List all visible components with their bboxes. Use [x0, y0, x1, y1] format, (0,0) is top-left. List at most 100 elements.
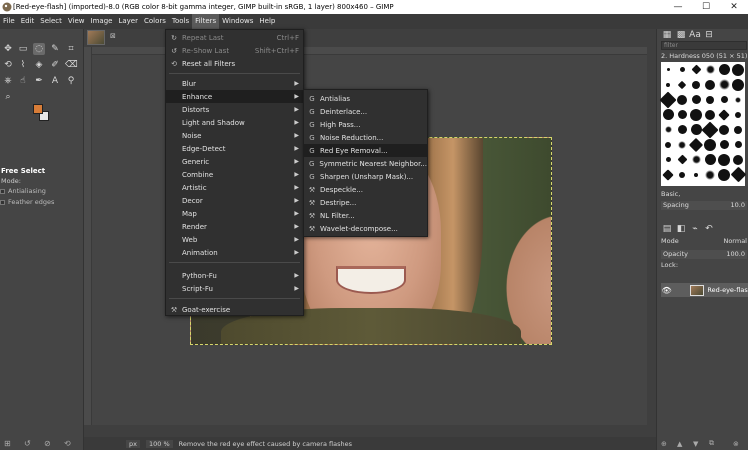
brush-thumbnail[interactable]	[675, 167, 689, 182]
brush-thumbnail[interactable]	[717, 92, 731, 107]
menu-item-noise[interactable]: Noise ▶	[166, 129, 303, 142]
zoom-select[interactable]: 100 %	[145, 439, 173, 448]
brush-thumbnail[interactable]	[661, 122, 675, 137]
paths-tab-icon[interactable]: ⌁	[689, 223, 701, 235]
horizontal-scrollbar[interactable]	[84, 425, 656, 437]
menu-item-animation[interactable]: Animation ▶	[166, 246, 303, 259]
menu-item-despeckle[interactable]: ⚒ Despeckle...	[304, 183, 427, 196]
path-tool-icon[interactable]: ✒	[33, 75, 45, 87]
menu-item-enhance[interactable]: Enhance ▶	[166, 90, 303, 103]
brush-thumbnail[interactable]	[731, 92, 745, 107]
brush-thumbnail[interactable]	[703, 137, 717, 152]
menu-windows[interactable]: Windows	[219, 14, 256, 29]
brush-thumbnail[interactable]	[730, 166, 746, 183]
brush-thumbnail[interactable]	[661, 137, 675, 152]
brush-thumbnail[interactable]	[661, 77, 675, 92]
maximize-button[interactable]: ☐	[692, 0, 720, 14]
rect-select-tool-icon[interactable]: ▭	[17, 43, 29, 55]
brush-thumbnail[interactable]	[661, 167, 675, 182]
patterns-tab-icon[interactable]: ▩	[675, 29, 687, 41]
duplicate-layer-icon[interactable]: ⧉	[709, 439, 714, 448]
menu-item-red-eye-removal[interactable]: G Red Eye Removal...	[304, 144, 427, 157]
brush-thumbnail[interactable]	[689, 92, 703, 107]
menu-image[interactable]: Image	[88, 14, 116, 29]
menu-item-map[interactable]: Map ▶	[166, 207, 303, 220]
antialiasing-checkbox[interactable]: Antialiasing	[0, 187, 46, 195]
new-layer-icon[interactable]: ⊕	[661, 440, 667, 448]
bucket-fill-tool-icon[interactable]: ◈	[33, 59, 45, 71]
menu-item-reset-all-filters[interactable]: ⟲ Reset all Filters	[166, 57, 303, 70]
brush-thumbnail[interactable]	[703, 167, 717, 182]
menu-item-combine[interactable]: Combine ▶	[166, 168, 303, 181]
visibility-eye-icon[interactable]: 👁	[661, 286, 672, 295]
menu-item-wavelet-decompose[interactable]: ⚒ Wavelet-decompose...	[304, 222, 427, 235]
brush-thumbnail[interactable]	[717, 122, 731, 137]
brush-thumbnail[interactable]	[661, 152, 675, 167]
clone-tool-icon[interactable]: ⎈	[2, 75, 14, 87]
menu-item-python-fu[interactable]: Python-Fu ▶	[166, 269, 303, 282]
menu-file[interactable]: File	[0, 14, 18, 29]
brush-thumbnail[interactable]	[689, 77, 703, 92]
menu-item-script-fu[interactable]: Script-Fu ▶	[166, 282, 303, 295]
layer-opacity-slider[interactable]: Opacity 100.0	[661, 250, 747, 259]
menu-item-generic[interactable]: Generic ▶	[166, 155, 303, 168]
menu-item-goat-exercise[interactable]: ⚒ Goat-exercise	[166, 303, 303, 316]
brush-thumbnail[interactable]	[717, 62, 731, 77]
brush-thumbnail[interactable]	[731, 62, 745, 77]
brush-thumbnail[interactable]	[661, 62, 675, 77]
brush-thumbnail[interactable]	[675, 122, 689, 137]
paintbrush-tool-icon[interactable]: ✐	[49, 59, 61, 71]
save-options-icon[interactable]: ⊞	[4, 439, 11, 448]
raise-layer-icon[interactable]: ▲	[677, 440, 682, 448]
lower-layer-icon[interactable]: ▼	[693, 440, 698, 448]
brush-thumbnail[interactable]	[731, 122, 745, 137]
image-tab-thumbnail[interactable]	[87, 30, 105, 45]
brush-thumbnail[interactable]	[731, 152, 745, 167]
brush-thumbnail[interactable]	[689, 107, 703, 122]
menu-item-reshow-last[interactable]: ↺ Re-Show Last Shift+Ctrl+F	[166, 44, 303, 57]
brush-thumbnail[interactable]	[717, 152, 731, 167]
brush-thumbnail[interactable]	[675, 137, 689, 152]
menu-item-sharpen[interactable]: G Sharpen (Unsharp Mask)...	[304, 170, 427, 183]
menu-item-destripe[interactable]: ⚒ Destripe...	[304, 196, 427, 209]
brush-thumbnail[interactable]	[717, 167, 731, 182]
color-picker-tool-icon[interactable]: ⚲	[65, 75, 77, 87]
zoom-tool-icon[interactable]: ⌕	[2, 91, 14, 103]
menu-tools[interactable]: Tools	[169, 14, 192, 29]
menu-view[interactable]: View	[65, 14, 88, 29]
image-tab-close-icon[interactable]: ⊠	[110, 32, 116, 40]
brush-thumbnail[interactable]	[703, 107, 717, 122]
brush-thumbnail[interactable]	[688, 137, 704, 152]
menu-colors[interactable]: Colors	[141, 14, 169, 29]
delete-options-icon[interactable]: ⊘	[44, 439, 51, 448]
layers-tab-icon[interactable]: ▤	[661, 223, 673, 235]
spacing-slider[interactable]: Spacing 10.0	[661, 201, 747, 210]
brush-thumbnail[interactable]	[731, 107, 745, 122]
menu-help[interactable]: Help	[256, 14, 278, 29]
transform-tool-icon[interactable]: ⟲	[2, 59, 14, 71]
brush-thumbnail[interactable]	[703, 62, 717, 77]
menu-item-light-and-shadow[interactable]: Light and Shadow ▶	[166, 116, 303, 129]
text-tool-icon[interactable]: A	[49, 75, 61, 87]
menu-item-repeat-last[interactable]: ↻ Repeat Last Ctrl+F	[166, 31, 303, 44]
fonts-tab-icon[interactable]: Aa	[689, 29, 701, 41]
delete-layer-icon[interactable]: ⊗	[733, 440, 739, 448]
layer-mode-row[interactable]: Mode Normal	[661, 237, 747, 245]
restore-options-icon[interactable]: ↺	[24, 439, 31, 448]
menu-item-edge-detect[interactable]: Edge-Detect ▶	[166, 142, 303, 155]
foreground-color-swatch[interactable]	[33, 104, 43, 114]
menu-item-symmetric-nearest-neighbor[interactable]: G Symmetric Nearest Neighbor...	[304, 157, 427, 170]
minimize-button[interactable]: —	[664, 0, 692, 14]
menu-filters[interactable]: Filters	[192, 14, 220, 29]
menu-item-high-pass[interactable]: G High Pass...	[304, 118, 427, 131]
brush-thumbnail[interactable]	[703, 92, 717, 107]
document-history-tab-icon[interactable]: ⊟	[703, 29, 715, 41]
brush-thumbnail[interactable]	[675, 92, 689, 107]
brush-thumbnail[interactable]	[689, 152, 703, 167]
brush-thumbnail[interactable]	[703, 77, 717, 92]
brushes-tab-icon[interactable]: ▦	[661, 29, 673, 41]
menu-item-nl-filter[interactable]: ⚒ NL Filter...	[304, 209, 427, 222]
brush-thumbnail[interactable]	[701, 121, 719, 138]
brush-thumbnail[interactable]	[675, 77, 689, 92]
menu-layer[interactable]: Layer	[115, 14, 141, 29]
